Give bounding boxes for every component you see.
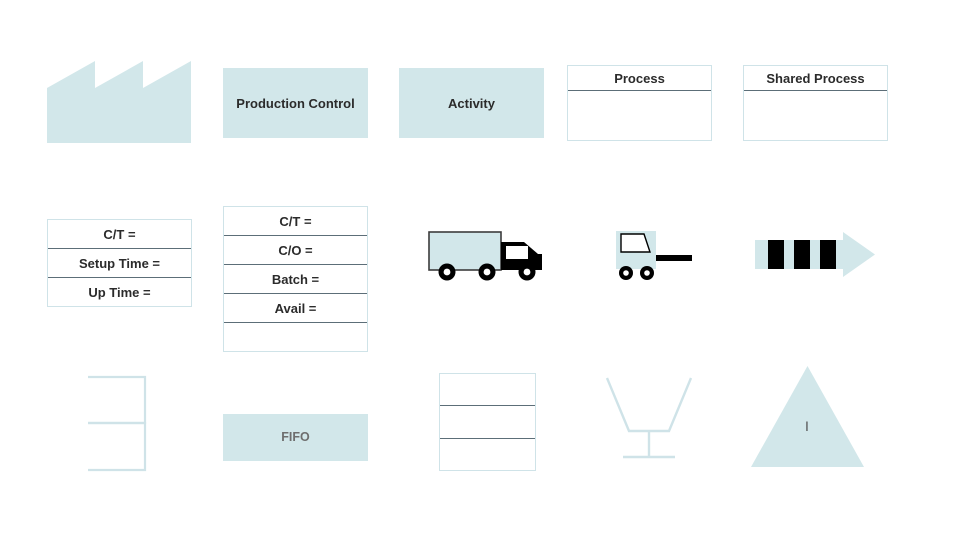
shape-data-box-three-row[interactable]: C/T = Setup Time = Up Time = [47,219,192,307]
data-row-label: Batch = [271,271,320,287]
supermarket-icon [88,375,147,472]
shared-process-label: Shared Process [766,70,865,86]
data-row-label: Avail = [274,300,317,316]
data-row: Batch = [224,265,367,294]
shape-forklift[interactable] [614,228,694,283]
shape-shared-process[interactable]: Shared Process [743,65,888,141]
activity-label: Activity [448,95,495,111]
shape-process[interactable]: Process [567,65,712,141]
data-row-label: Setup Time = [78,255,161,271]
striped-arrow-icon [755,232,875,277]
shape-production-control[interactable]: Production Control [223,68,368,138]
shape-data-box-five-row[interactable]: C/T = C/O = Batch = Avail = [223,206,368,352]
data-row-label: Up Time = [88,284,151,300]
forklift-icon [616,231,692,280]
stencil-canvas: Production Control Activity Process Shar… [0,0,958,536]
data-row [440,439,535,470]
data-row [440,406,535,439]
shape-activity[interactable]: Activity [399,68,544,138]
triangle-icon [751,366,864,467]
production-control-label: Production Control [236,95,355,111]
data-row: C/T = [224,207,367,236]
shape-fifo[interactable]: FIFO [223,414,368,461]
process-label: Process [614,70,665,86]
data-row-label: C/T = [279,213,312,229]
funnel-icon [605,377,693,459]
shape-factory[interactable] [47,58,193,143]
data-row-label: C/T = [103,226,136,242]
data-row [440,374,535,407]
shape-empty-data-box[interactable] [439,373,536,471]
data-row: Setup Time = [48,249,191,278]
data-row: Avail = [224,294,367,323]
data-row: C/O = [224,236,367,265]
shape-truck[interactable] [428,228,548,283]
shape-inventory-triangle[interactable]: I [751,366,864,467]
data-row [224,323,367,351]
shared-process-header: Shared Process [744,66,887,91]
fifo-label: FIFO [281,430,310,445]
shape-supermarket[interactable] [88,375,148,472]
data-row-label: C/O = [278,242,313,258]
data-row: Up Time = [48,278,191,306]
inventory-triangle-label: I [805,418,809,434]
shape-funnel[interactable] [605,376,693,462]
factory-icon [47,61,191,143]
shape-push-arrow[interactable] [755,232,875,277]
data-row: C/T = [48,220,191,249]
process-header: Process [568,66,711,91]
truck-icon [428,231,542,281]
